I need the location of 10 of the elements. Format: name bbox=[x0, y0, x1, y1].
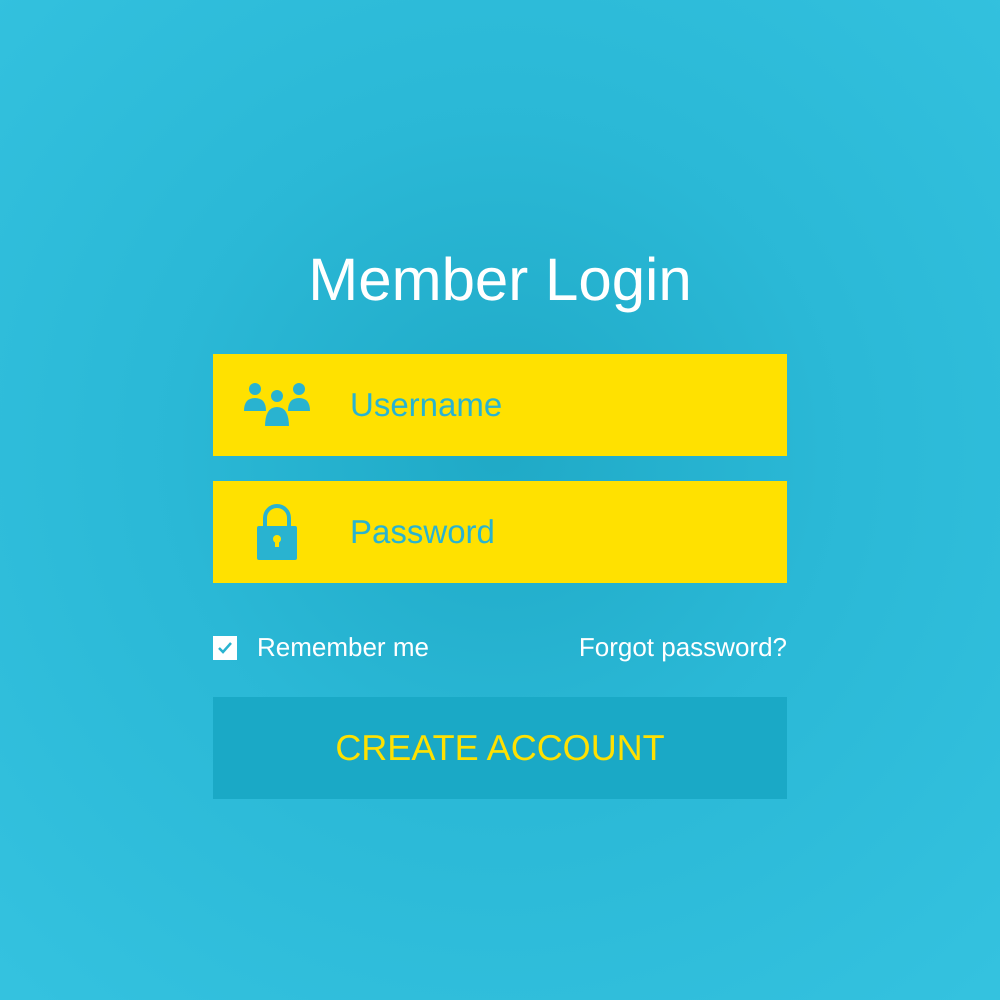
lock-icon bbox=[256, 504, 298, 560]
users-icon bbox=[242, 381, 312, 429]
check-icon bbox=[217, 640, 233, 654]
password-field[interactable]: Password bbox=[213, 481, 787, 583]
forgot-password-link[interactable]: Forgot password? bbox=[578, 628, 787, 667]
remember-checkbox[interactable] bbox=[213, 636, 237, 660]
remember-label: Remember me bbox=[257, 631, 429, 664]
create-account-button[interactable]: CREATE ACCOUNT bbox=[213, 697, 787, 799]
login-title: Member Login bbox=[308, 245, 692, 315]
username-field[interactable]: Username bbox=[213, 354, 787, 456]
